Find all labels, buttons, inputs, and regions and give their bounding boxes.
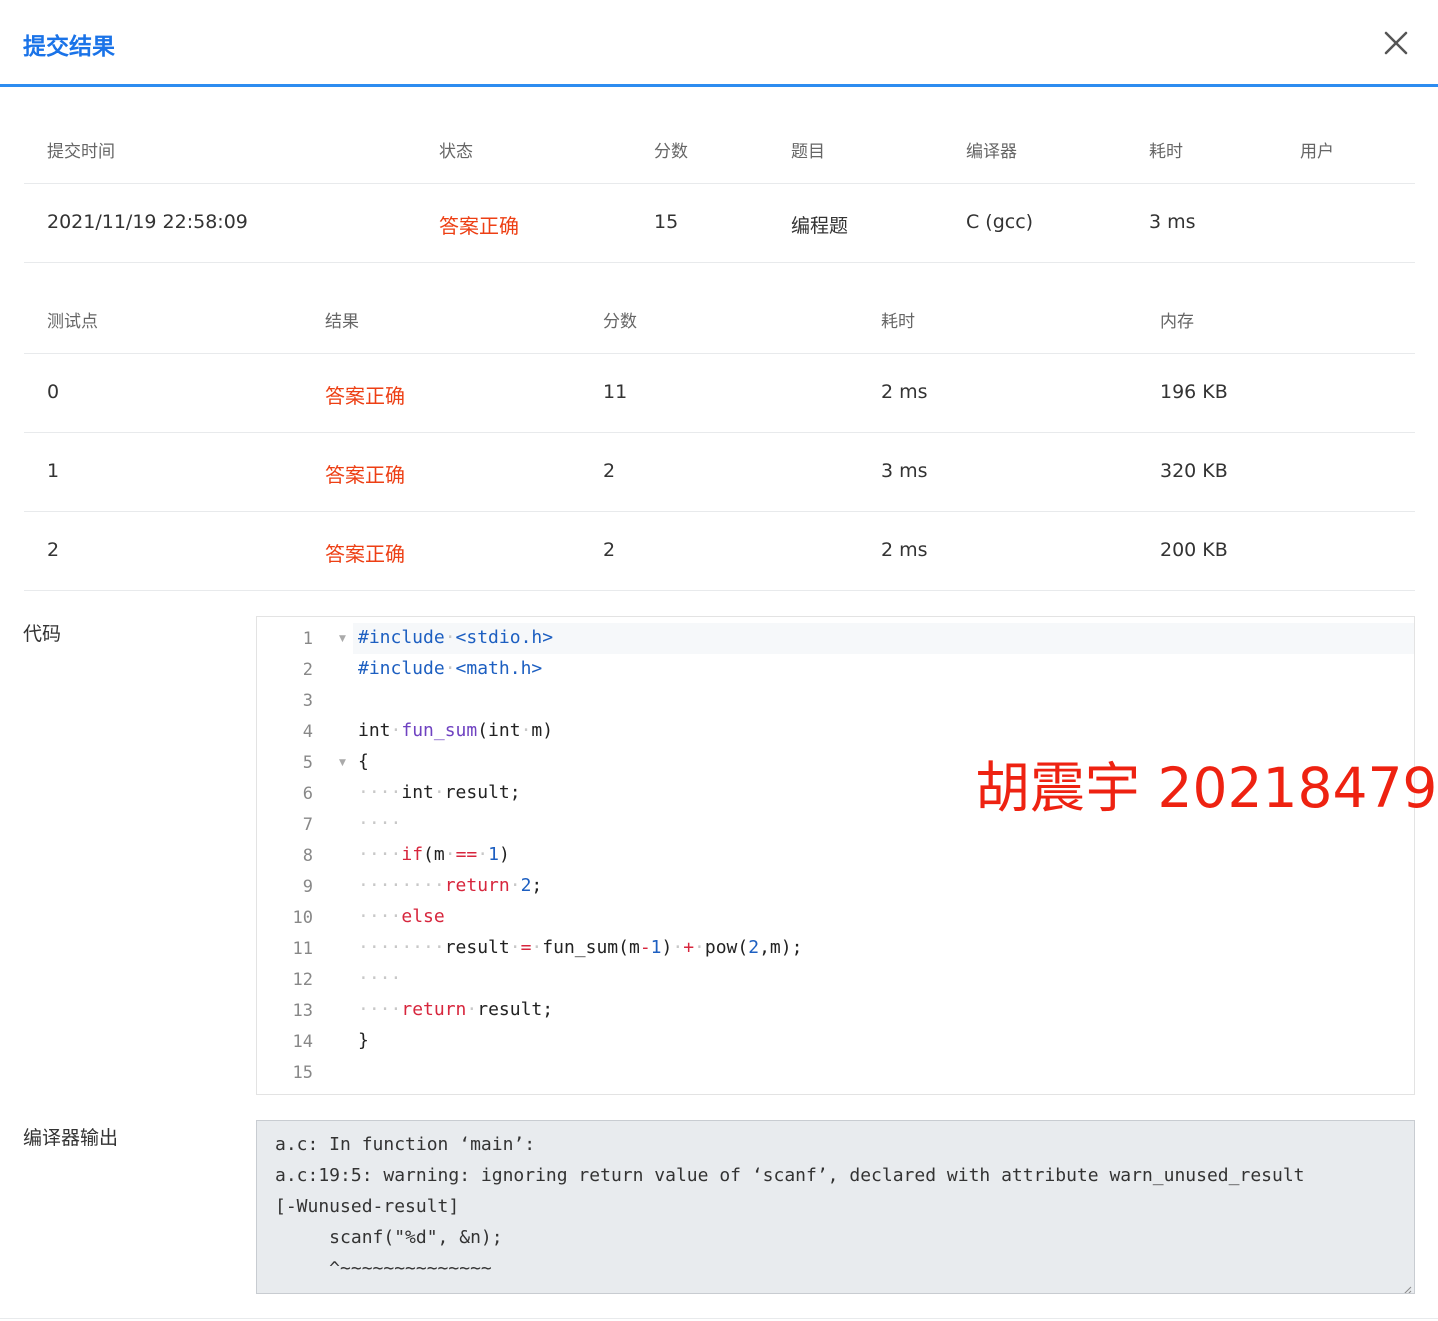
header-compiler: 编译器 (966, 142, 1017, 162)
bottom-divider (0, 1318, 1438, 1319)
code-line: ····return·result; (358, 999, 554, 1020)
code-line: ········return·2; (358, 875, 543, 896)
testpoint-id: 2 (47, 539, 60, 561)
code-line: } (358, 1030, 369, 1051)
testpoint-time: 2 ms (881, 381, 928, 403)
header-memory: 内存 (1160, 312, 1194, 332)
line-number: 9 (302, 877, 313, 897)
watermark-text: 胡震宇 20218479 (975, 756, 1438, 820)
line-number: 3 (302, 691, 313, 711)
line-number: 2 (302, 660, 313, 680)
status-text: 答案正确 (439, 214, 519, 238)
header-test-time: 耗时 (881, 312, 915, 332)
line-number: 1 (302, 629, 313, 649)
code-line: #include·<stdio.h> (358, 627, 554, 648)
output-line: [-Wunused-result] (275, 1196, 460, 1217)
testpoint-result: 答案正确 (325, 384, 405, 408)
line-number: 15 (292, 1063, 313, 1083)
header-submit-time: 提交时间 (47, 142, 115, 162)
code-line: ····else (358, 906, 445, 927)
testpoint-time: 3 ms (881, 460, 928, 482)
testpoint-result: 答案正确 (325, 542, 405, 566)
line-number: 13 (292, 1001, 313, 1021)
problem-type: 编程题 (791, 215, 849, 237)
compiler-name: C (gcc) (966, 211, 1034, 233)
header-status: 状态 (439, 142, 473, 162)
line-number: 14 (292, 1032, 313, 1052)
table-row: 2 答案正确 2 2 ms 200 KB (24, 512, 1415, 591)
header-time: 耗时 (1149, 142, 1183, 162)
testpoint-score: 11 (603, 381, 628, 403)
line-number: 8 (302, 846, 313, 866)
testpoint-score: 2 (603, 460, 616, 482)
code-editor[interactable]: 1 2 3 4 5 6 7 8 9 10 11 12 13 14 15 ▼ ▼ … (256, 616, 1415, 1095)
code-line: ···· (358, 968, 402, 989)
summary-value-row: 2021/11/19 22:58:09 答案正确 15 编程题 C (gcc) … (24, 184, 1415, 263)
line-number: 4 (302, 722, 313, 742)
elapsed-time: 3 ms (1149, 211, 1196, 233)
testpoint-memory: 200 KB (1160, 539, 1228, 561)
line-number: 11 (292, 939, 313, 959)
testpoint-memory: 320 KB (1160, 460, 1228, 482)
code-line: { (358, 751, 369, 772)
header-test-score: 分数 (603, 312, 637, 332)
dialog-header: 提交结果 (0, 0, 1438, 87)
code-line: #include·<math.h> (358, 658, 543, 679)
header-testpoint: 测试点 (47, 312, 98, 332)
testpoint-memory: 196 KB (1160, 381, 1228, 403)
code-line: ········result·=·fun_sum(m-1)·+·pow(2,m)… (358, 937, 803, 958)
output-line: a.c: In function ‘main’: (275, 1134, 536, 1155)
header-user: 用户 (1300, 142, 1334, 162)
dialog-title: 提交结果 (23, 34, 115, 60)
resize-handle-icon[interactable] (1402, 1281, 1412, 1293)
testpoint-id: 1 (47, 460, 60, 482)
table-row: 1 答案正确 2 3 ms 320 KB (24, 433, 1415, 512)
code-label: 代码 (23, 623, 62, 645)
line-number: 10 (292, 908, 313, 928)
line-number: 6 (302, 784, 313, 804)
table-row: 0 答案正确 11 2 ms 196 KB (24, 354, 1415, 433)
code-line: ····int·result; (358, 782, 521, 803)
fold-arrow-icon[interactable]: ▼ (339, 758, 346, 768)
code-line: int·fun_sum(int·m) (358, 720, 554, 741)
tests-header-row: 测试点 结果 分数 耗时 内存 (24, 276, 1415, 354)
header-problem: 题目 (791, 142, 825, 162)
line-number: 5 (302, 753, 313, 773)
code-line: ····if(m·==·1) (358, 844, 510, 865)
code-line: ···· (358, 813, 402, 834)
summary-header-row: 提交时间 状态 分数 题目 编译器 耗时 用户 (24, 105, 1415, 184)
close-icon[interactable] (1380, 27, 1412, 59)
submit-time: 2021/11/19 22:58:09 (47, 211, 248, 233)
testpoint-time: 2 ms (881, 539, 928, 561)
output-line: ^~~~~~~~~~~~~~~ (275, 1258, 492, 1279)
testpoint-id: 0 (47, 381, 60, 403)
score: 15 (654, 211, 679, 233)
header-score: 分数 (654, 142, 688, 162)
header-result: 结果 (325, 312, 359, 332)
fold-arrow-icon[interactable]: ▼ (339, 634, 346, 644)
compiler-output-textarea[interactable]: a.c: In function ‘main’: a.c:19:5: warni… (256, 1120, 1415, 1294)
testpoint-score: 2 (603, 539, 616, 561)
output-line: a.c:19:5: warning: ignoring return value… (275, 1165, 1305, 1186)
output-line: scanf("%d", &n); (275, 1227, 503, 1248)
line-number: 7 (302, 815, 313, 835)
line-number: 12 (292, 970, 313, 990)
compiler-output-label: 编译器输出 (23, 1127, 119, 1149)
testpoint-result: 答案正确 (325, 463, 405, 487)
